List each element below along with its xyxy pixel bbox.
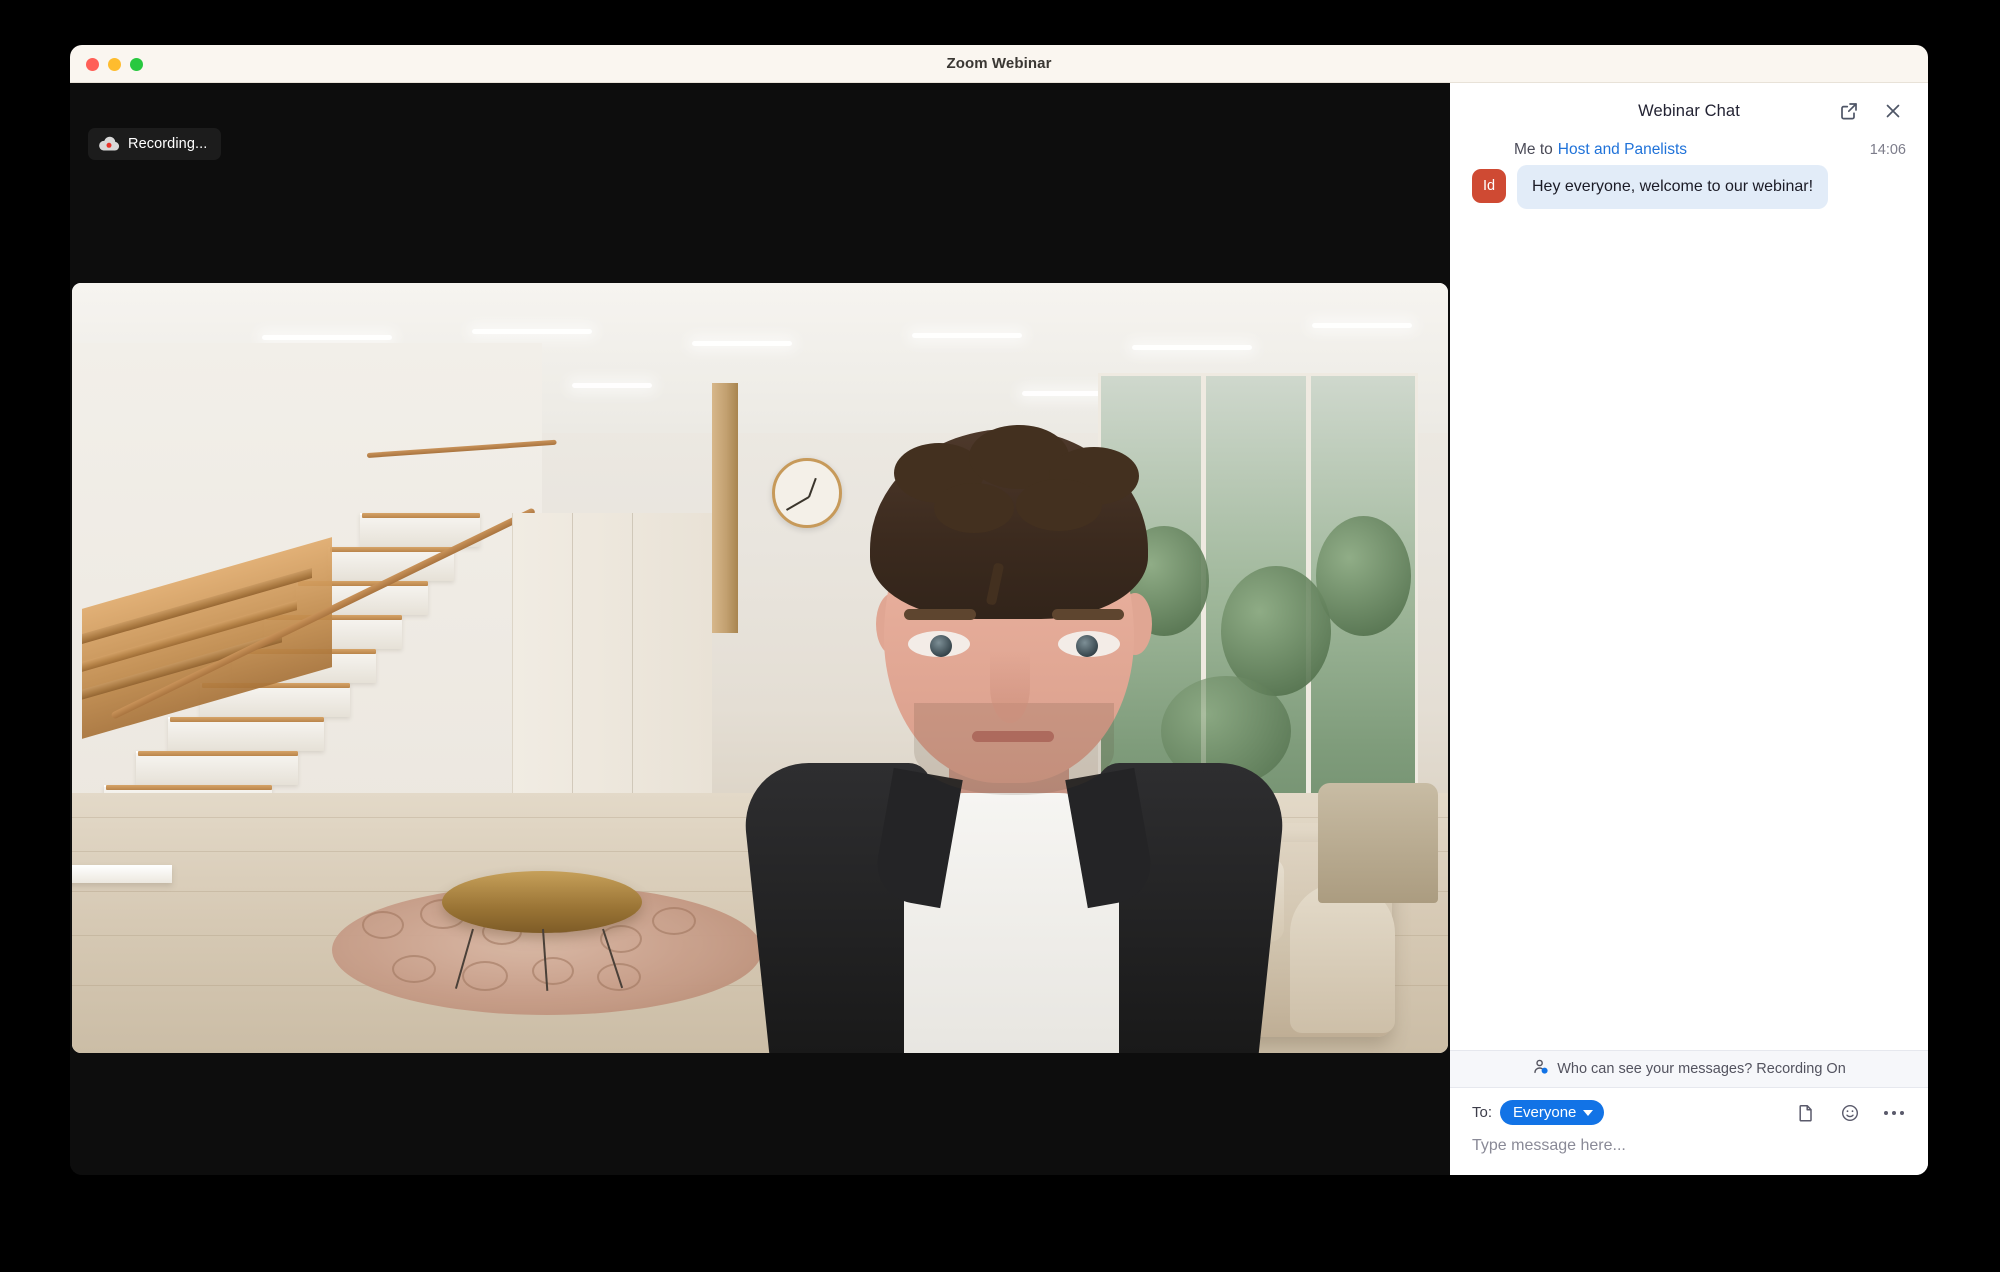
window-title: Zoom Webinar: [946, 55, 1052, 72]
file-icon[interactable]: [1794, 1101, 1818, 1125]
chat-privacy-bar[interactable]: Who can see your messages? Recording On: [1450, 1050, 1928, 1088]
chat-composer-actions: [1794, 1101, 1906, 1125]
chat-panel-title: Webinar Chat: [1638, 101, 1740, 120]
side-chair-decor: [1318, 783, 1438, 903]
chat-panel-header: Webinar Chat: [1450, 83, 1928, 139]
recording-badge[interactable]: Recording...: [88, 128, 222, 160]
chat-message: Me to Host and Panelists 14:06 Id Hey ev…: [1472, 141, 1906, 209]
person-privacy-icon: [1532, 1058, 1550, 1081]
chat-message-time: 14:06: [1869, 142, 1906, 158]
coffee-table-decor: [442, 871, 642, 933]
chat-message-sender: Me to: [1514, 141, 1553, 158]
pop-out-icon[interactable]: [1836, 98, 1862, 124]
chat-composer-row: To: Everyone: [1472, 1100, 1906, 1125]
chat-header-actions: [1836, 83, 1906, 139]
recipient-dropdown[interactable]: Everyone: [1500, 1100, 1605, 1125]
participant-person: [738, 413, 1290, 1053]
recipient-label: Everyone: [1513, 1104, 1577, 1121]
chat-message-list[interactable]: Me to Host and Panelists 14:06 Id Hey ev…: [1450, 139, 1928, 1050]
window-titlebar: Zoom Webinar: [70, 45, 1928, 83]
more-options-icon[interactable]: [1882, 1101, 1906, 1125]
chat-message-recipient[interactable]: Host and Panelists: [1558, 141, 1687, 159]
chat-message-row: Id Hey everyone, welcome to our webinar!: [1472, 165, 1906, 209]
to-label: To:: [1472, 1104, 1493, 1121]
zoom-webinar-window: Zoom Webinar Recording... Webinar Chat M…: [70, 45, 1928, 1175]
window-traffic-lights: [86, 45, 143, 83]
emoji-icon[interactable]: [1838, 1101, 1862, 1125]
window-minimize-button[interactable]: [108, 57, 121, 71]
webinar-chat-panel: Webinar Chat Me to Host and Panelists 14…: [1450, 83, 1928, 1175]
participant-video-tile[interactable]: [72, 283, 1448, 1053]
close-icon[interactable]: [1880, 98, 1906, 124]
message-input[interactable]: Type message here...: [1472, 1135, 1906, 1157]
chat-message-meta: Me to Host and Panelists 14:06: [1472, 141, 1906, 159]
video-stage: Recording...: [70, 83, 1450, 1175]
window-maximize-button[interactable]: [130, 57, 143, 71]
cloud-record-icon: [98, 136, 120, 152]
window-body: Recording... Webinar Chat Me to Host and…: [70, 83, 1928, 1175]
chevron-down-icon: [1583, 1109, 1594, 1116]
recording-label: Recording...: [128, 136, 208, 152]
chat-privacy-text: Who can see your messages? Recording On: [1557, 1061, 1846, 1077]
chat-composer: To: Everyone Type message here...: [1450, 1088, 1928, 1175]
avatar[interactable]: Id: [1472, 169, 1506, 203]
chat-message-bubble: Hey everyone, welcome to our webinar!: [1517, 165, 1829, 209]
window-close-button[interactable]: [86, 57, 99, 71]
